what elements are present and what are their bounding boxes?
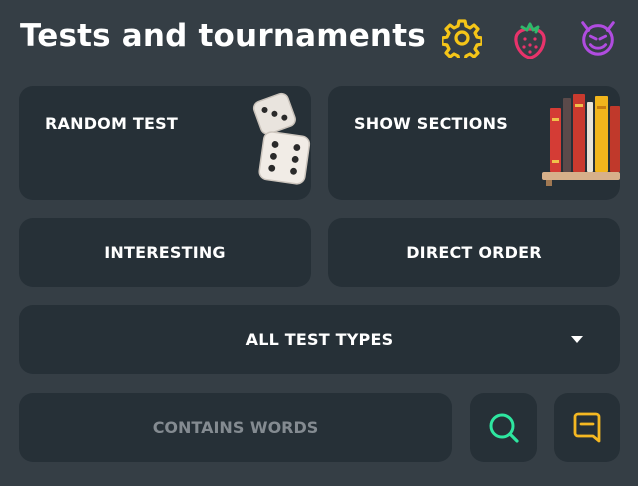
books-icon [542,94,620,186]
search-icon [489,413,519,443]
profile-button[interactable] [578,18,618,58]
gear-icon [442,19,482,58]
devil-icon [581,21,615,56]
test-types-selected: ALL TEST TYPES [245,330,394,349]
bookmark-icon [573,412,601,442]
show-sections-button[interactable]: SHOW SECTIONS [328,86,620,200]
settings-button[interactable] [442,18,482,58]
random-test-button[interactable]: RANDOM TEST [19,86,311,200]
test-types-dropdown[interactable]: ALL TEST TYPES [19,305,620,374]
direct-order-button[interactable]: DIRECT ORDER [328,218,620,287]
contains-words-input[interactable] [19,393,452,462]
search-button[interactable] [470,393,537,462]
random-test-label: RANDOM TEST [45,114,178,133]
bookmark-button[interactable] [554,393,620,462]
chevron-down-icon [571,336,583,343]
dice-icon [252,92,311,185]
strawberry-button[interactable] [510,18,550,59]
strawberry-icon [514,22,546,59]
interesting-button[interactable]: INTERESTING [19,218,311,287]
interesting-label: INTERESTING [104,243,226,262]
search-field-container [19,393,452,462]
direct-order-label: DIRECT ORDER [406,243,542,262]
show-sections-label: SHOW SECTIONS [354,114,508,133]
page-title: Tests and tournaments [20,18,426,54]
